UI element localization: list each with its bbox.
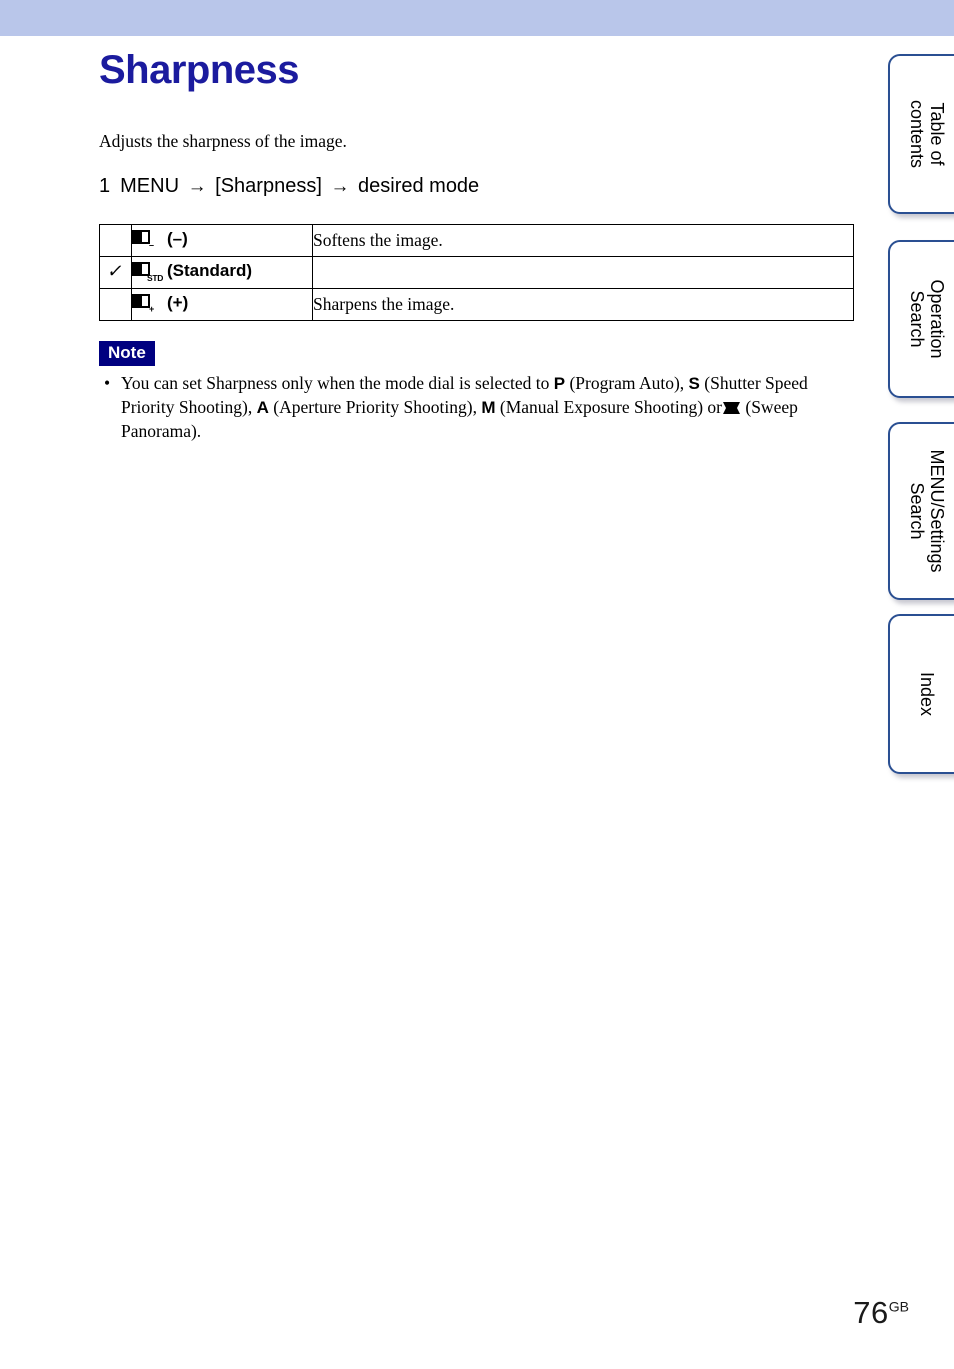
sidebar-item-index[interactable]: Index xyxy=(888,614,954,774)
sidebar-item-label: Index xyxy=(917,671,938,717)
page-number-suffix: GB xyxy=(888,1298,909,1315)
option-text: (+) xyxy=(167,292,189,312)
table-row[interactable]: ✓ STD (Standard) xyxy=(99,255,854,289)
step-bracket-label: [Sharpness] xyxy=(215,174,322,197)
sharpness-minus-icon: – xyxy=(132,230,158,250)
option-label-standard: STD (Standard) xyxy=(132,260,252,282)
checkmark-icon: ✓ xyxy=(105,261,126,282)
option-text: (–) xyxy=(167,228,188,248)
sidebar-item-label: Table of contents xyxy=(907,99,948,169)
row-check-cell: ✓ xyxy=(99,255,132,289)
intro-text: Adjusts the sharpness of the image. xyxy=(99,131,347,151)
option-text: (Standard) xyxy=(167,260,252,280)
row-desc-cell xyxy=(312,255,854,289)
step-menu-label: MENU xyxy=(120,174,180,197)
page-number: 76GB xyxy=(853,1295,909,1330)
list-item: You can set Sharpness only when the mode… xyxy=(99,372,851,442)
main-content: Sharpness Adjusts the sharpness of the i… xyxy=(99,36,855,443)
option-label-plus: + (+) xyxy=(132,292,189,314)
side-tabs: Table of contents Operation Search MENU/Se… xyxy=(880,0,954,1369)
arrow-icon-2: → xyxy=(330,175,350,197)
sharpness-standard-icon: STD xyxy=(132,262,163,282)
row-label-cell: STD (Standard) xyxy=(131,255,313,289)
step-number: 1 xyxy=(99,174,111,197)
note-text-2: (Program Auto), xyxy=(569,373,685,394)
note-text-4: (Aperture Priority Shooting), xyxy=(273,396,477,417)
row-desc-cell: Softens the image. xyxy=(312,223,854,257)
step-instruction: 1 MENU → [Sharpness] → desired mode xyxy=(99,175,855,198)
option-label-minus: – (–) xyxy=(132,228,188,250)
table-row[interactable]: – (–) Softens the image. xyxy=(99,223,854,257)
step-target-label: desired mode xyxy=(358,174,480,197)
mode-aperture-icon: A xyxy=(256,397,269,417)
sidebar-item-label: MENU/Settings Search xyxy=(907,449,948,573)
sidebar-item-operation-search[interactable]: Operation Search xyxy=(888,240,954,398)
note-badge: Note xyxy=(99,340,155,367)
mode-program-icon: P xyxy=(553,374,566,394)
note-text-1: You can set Sharpness only when the mode… xyxy=(121,373,550,394)
note-text-5: (Manual Exposure Shooting) or xyxy=(499,396,722,417)
mode-shutter-icon: S xyxy=(688,374,700,394)
table-row[interactable]: + (+) Sharpens the image. xyxy=(99,287,854,321)
row-desc-cell: Sharpens the image. xyxy=(312,287,854,321)
sidebar-item-menu-settings-search[interactable]: MENU/Settings Search xyxy=(888,422,954,600)
page-title: Sharpness xyxy=(99,48,300,92)
sharpness-plus-icon: + xyxy=(132,294,158,314)
row-label-cell: – (–) xyxy=(131,223,313,257)
sharpness-options-table: – (–) Softens the image. ✓ STD (Standard… xyxy=(99,223,854,321)
row-check-cell xyxy=(99,287,132,321)
mode-manual-icon: M xyxy=(481,397,496,417)
sidebar-item-table-of-contents[interactable]: Table of contents xyxy=(888,54,954,214)
row-check-cell xyxy=(99,223,132,257)
sweep-panorama-icon xyxy=(722,401,741,414)
sidebar-item-label: Operation Search xyxy=(907,279,948,359)
header-band xyxy=(0,0,954,36)
row-label-cell: + (+) xyxy=(131,287,313,321)
arrow-icon: → xyxy=(187,175,207,197)
note-list: You can set Sharpness only when the mode… xyxy=(99,372,855,442)
